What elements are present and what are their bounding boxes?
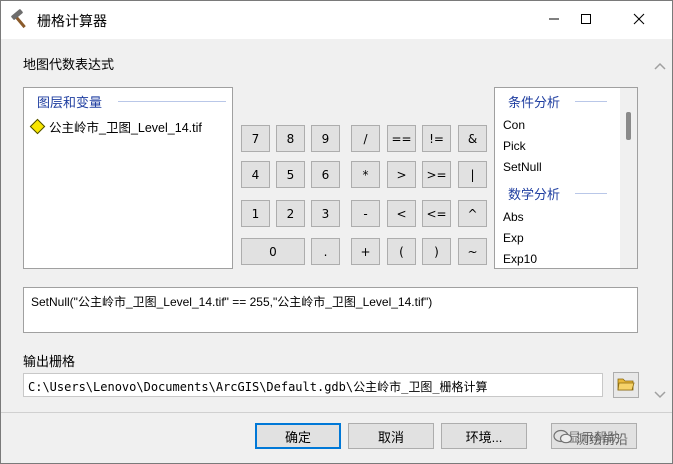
environments-button[interactable]: 环境... [441,423,527,449]
function-list-scrollbar[interactable] [620,88,637,268]
key-multiply[interactable]: * [351,161,380,188]
watermark: 测绘前沿 [553,429,628,448]
key-greater[interactable]: > [387,161,416,188]
dialog-content: 地图代数表达式 图层和变量 公主岭市_卫图_Level_14.tif 7 8 9… [1,39,672,412]
output-raster-value: C:\Users\Lenovo\Documents\ArcGIS\Default… [28,380,488,394]
function-item-con[interactable]: Con [503,118,525,132]
key-4[interactable]: 4 [241,161,270,188]
layer-item[interactable]: 公主岭市_卫图_Level_14.tif [29,117,202,136]
layers-variables-list[interactable]: 图层和变量 公主岭市_卫图_Level_14.tif [23,87,233,269]
key-1[interactable]: 1 [241,200,270,227]
group-divider [575,101,607,102]
key-less-equal[interactable]: <= [422,200,451,227]
window-title: 栅格计算器 [37,13,107,29]
cancel-button[interactable]: 取消 [348,423,434,449]
key-2[interactable]: 2 [276,200,305,227]
key-or[interactable]: | [458,161,487,188]
expression-textbox[interactable]: SetNull("公主岭市_卫图_Level_14.tif" == 255,"公… [23,287,638,333]
key-6[interactable]: 6 [311,161,340,188]
dialog-scrollbar[interactable] [650,47,670,407]
function-item-pick[interactable]: Pick [503,139,526,153]
key-minus[interactable]: - [351,200,380,227]
close-button[interactable] [616,1,662,39]
key-decimal[interactable]: . [311,238,340,265]
function-item-setnull[interactable]: SetNull [503,160,542,174]
key-not[interactable]: ~ [458,238,487,265]
minimize-icon [548,13,560,28]
function-item-abs[interactable]: Abs [503,210,524,224]
open-folder-icon [617,376,635,395]
key-plus[interactable]: + [351,238,380,265]
function-item-exp[interactable]: Exp [503,231,524,245]
output-raster-input[interactable]: C:\Users\Lenovo\Documents\ArcGIS\Default… [23,373,603,397]
function-item-exp10[interactable]: Exp10 [503,252,537,266]
hammer-icon [9,9,31,31]
key-3[interactable]: 3 [311,200,340,227]
key-5[interactable]: 5 [276,161,305,188]
raster-calculator-dialog: 栅格计算器 地图代数表达式 图层和变量 公主岭市_卫图_Level_14.tif… [0,0,673,464]
expression-text: SetNull("公主岭市_卫图_Level_14.tif" == 255,"公… [31,295,433,309]
key-8[interactable]: 8 [276,125,305,152]
key-equal[interactable]: == [387,125,416,152]
conditional-group-title: 条件分析 [508,95,561,110]
tools-function-list[interactable]: 条件分析 Con Pick SetNull 数学分析 Abs Exp Exp10 [494,87,638,269]
math-group-title: 数学分析 [508,187,561,202]
maximize-icon [580,13,592,28]
wechat-icon [553,429,573,448]
title-bar[interactable]: 栅格计算器 [1,1,672,39]
key-greater-equal[interactable]: >= [422,161,451,188]
key-not-equal[interactable]: != [422,125,451,152]
map-algebra-label: 地图代数表达式 [23,57,115,72]
output-raster-label: 输出栅格 [23,354,76,369]
layers-group-title: 图层和变量 [37,95,103,110]
raster-layer-icon [29,118,46,135]
dialog-footer: 确定 取消 环境... 显示帮助 测绘前沿 [1,412,672,463]
key-less[interactable]: < [387,200,416,227]
key-divide[interactable]: / [351,125,380,152]
browse-button[interactable] [613,372,639,398]
group-divider [118,101,226,102]
key-close-paren[interactable]: ) [422,238,451,265]
maximize-button[interactable] [563,1,609,39]
key-open-paren[interactable]: ( [387,238,416,265]
key-0[interactable]: 0 [241,238,305,265]
ok-button[interactable]: 确定 [255,423,341,449]
group-divider [575,193,607,194]
layer-item-label: 公主岭市_卫图_Level_14.tif [49,121,202,135]
key-7[interactable]: 7 [241,125,270,152]
scrollbar-thumb[interactable] [626,112,631,140]
key-xor[interactable]: ^ [458,200,487,227]
close-icon [633,13,645,28]
key-and[interactable]: & [458,125,487,152]
watermark-text: 测绘前沿 [576,432,629,447]
key-9[interactable]: 9 [311,125,340,152]
